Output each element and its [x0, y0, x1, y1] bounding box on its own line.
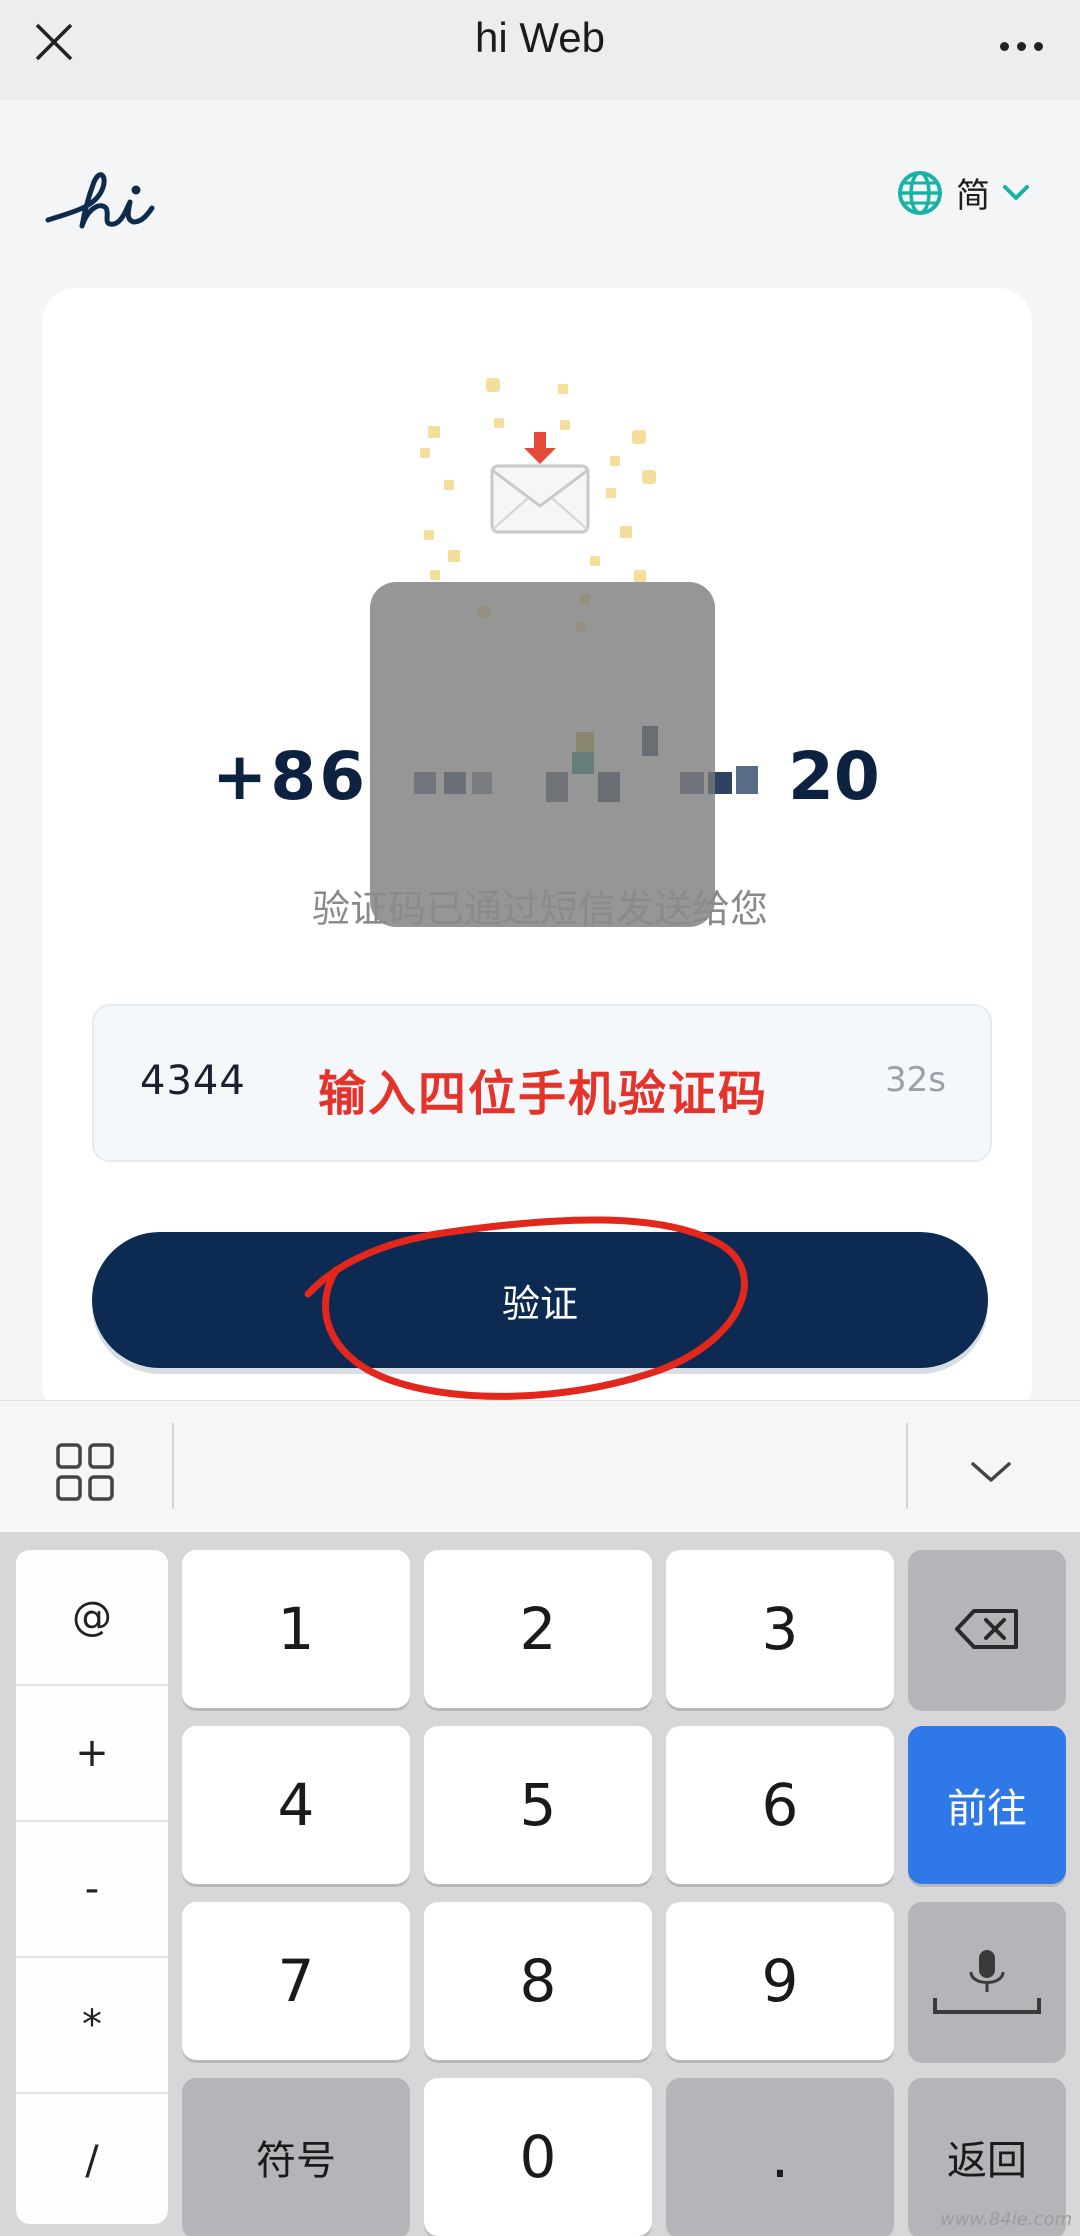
key-3[interactable]: 3 [666, 1550, 894, 1708]
annotation-text: 输入四位手机验证码 [318, 1066, 769, 1122]
key-0[interactable]: 0 [424, 2078, 652, 2236]
numeric-keyboard: @ + - * / 1 2 3 4 5 6 前往 7 8 9 符号 0 . 返回… [0, 1532, 1080, 2236]
chevron-down-icon [971, 1462, 1011, 1482]
key-asterisk[interactable]: * [16, 1958, 168, 2094]
page-title: hi Web [475, 14, 605, 61]
key-1[interactable]: 1 [182, 1550, 410, 1708]
globe-icon [898, 170, 942, 215]
backspace-key[interactable] [908, 1550, 1066, 1708]
key-slash[interactable]: / [16, 2094, 168, 2224]
enter-key[interactable]: 前往 [908, 1726, 1066, 1884]
key-9[interactable]: 9 [666, 1902, 894, 2060]
code-value: 4344 [140, 1058, 246, 1104]
key-plus[interactable]: + [16, 1686, 168, 1822]
keyboard-toolbar [0, 1400, 1080, 1533]
key-2[interactable]: 2 [424, 1550, 652, 1708]
key-dot[interactable]: . [666, 2078, 894, 2236]
key-4[interactable]: 4 [182, 1726, 410, 1884]
browser-topbar: hi Web [0, 0, 1080, 100]
watermark: www.84ie.com [940, 2209, 1072, 2230]
keyboard-collapse-button[interactable] [960, 1441, 1022, 1503]
microphone-icon [933, 1950, 1041, 2014]
countdown-timer[interactable]: 32s [885, 1060, 946, 1100]
voice-input-key[interactable] [908, 1902, 1066, 2060]
toolbar-divider [906, 1423, 908, 1509]
backspace-icon [955, 1609, 1018, 1649]
verify-button[interactable]: 验证 [92, 1232, 988, 1368]
toolbar-divider [172, 1423, 174, 1509]
more-button[interactable] [986, 14, 1056, 78]
key-at[interactable]: @ [16, 1550, 168, 1686]
symbol-column: @ + - * / [16, 1550, 168, 2224]
symbol-key[interactable]: 符号 [182, 2078, 410, 2236]
phone-suffix: 20 [788, 738, 880, 815]
language-selector[interactable]: 简 [896, 168, 1030, 217]
key-8[interactable]: 8 [424, 1902, 652, 2060]
key-6[interactable]: 6 [666, 1726, 894, 1884]
key-5[interactable]: 5 [424, 1726, 652, 1884]
more-dots-icon [999, 41, 1009, 51]
key-7[interactable]: 7 [182, 1902, 410, 2060]
phone-prefix: +86 [212, 738, 369, 815]
hi-logo [45, 172, 155, 229]
grid-icon[interactable] [54, 1441, 116, 1503]
key-minus[interactable]: - [16, 1822, 168, 1958]
privacy-mosaic [370, 582, 715, 927]
sms-sent-message: 验证码已通过短信发送给您 [311, 887, 768, 931]
language-label: 简 [956, 176, 990, 216]
chevron-down-icon [1003, 184, 1029, 200]
